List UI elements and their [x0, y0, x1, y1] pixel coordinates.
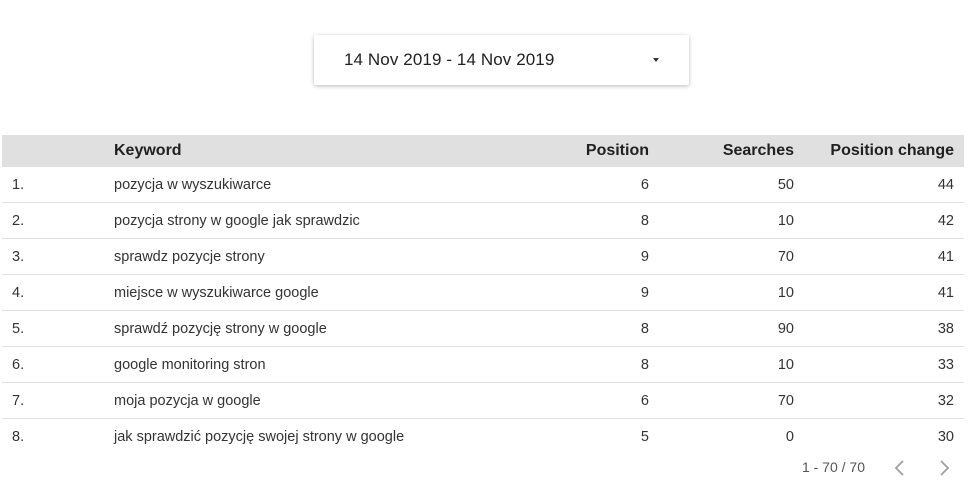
row-position: 9	[640, 284, 649, 301]
header-position-change[interactable]: Position change	[830, 135, 954, 167]
report-page: 14 Nov 2019 - 14 Nov 2019 Keyword Positi…	[0, 0, 980, 493]
row-index: 1.	[12, 176, 25, 193]
table-row: 3. sprawdz pozycje strony 9 70 41	[2, 239, 964, 275]
row-searches: 10	[777, 356, 794, 373]
row-keyword: moja pozycja w google	[114, 392, 261, 409]
row-position-change: 33	[937, 356, 954, 373]
row-position-change: 30	[937, 429, 954, 445]
row-position-change: 41	[937, 284, 954, 301]
row-keyword: miejsce w wyszukiwarce google	[114, 284, 319, 301]
row-searches: 50	[777, 176, 794, 193]
row-position-change: 42	[937, 212, 954, 229]
row-keyword: sprawdź pozycję strony w google	[114, 320, 327, 337]
row-index: 8.	[12, 429, 25, 445]
row-position: 6	[640, 176, 649, 193]
row-keyword: google monitoring stron	[114, 356, 266, 373]
row-index: 4.	[12, 284, 25, 301]
row-position-change: 38	[937, 320, 954, 337]
table-row: 1. pozycja w wyszukiwarce 6 50 44	[2, 167, 964, 203]
row-keyword: pozycja w wyszukiwarce	[114, 176, 272, 193]
row-searches: 10	[777, 212, 794, 229]
row-position-change: 44	[937, 176, 954, 193]
header-position[interactable]: Position	[586, 135, 649, 167]
row-position-change: 41	[937, 248, 954, 265]
header-searches[interactable]: Searches	[723, 135, 794, 167]
table-body: 1. pozycja w wyszukiwarce 6 50 44 2. pozycja s…	[2, 167, 964, 455]
chevron-left-icon[interactable]	[890, 458, 910, 478]
row-index: 5.	[12, 320, 25, 337]
row-searches: 70	[777, 248, 794, 265]
chevron-right-icon[interactable]	[934, 458, 954, 478]
table-row: 4. miejsce w wyszukiwarce google 9 10 41	[2, 275, 964, 311]
pagination-range: 1 - 70 / 70	[801, 459, 865, 475]
table-header-row: Keyword Position Searches Position chang…	[2, 135, 964, 167]
date-range-label: 14 Nov 2019 - 14 Nov 2019	[344, 50, 555, 69]
table-row: 6. google monitoring stron 8 10 33	[2, 347, 964, 383]
row-keyword: sprawdz pozycje strony	[114, 248, 265, 265]
row-index: 3.	[12, 248, 25, 265]
table-row: 8. jak sprawdzić pozycję swojej strony w …	[2, 419, 964, 455]
keyword-table: Keyword Position Searches Position chang…	[2, 135, 964, 455]
row-index: 6.	[12, 356, 25, 373]
table-row: 7. moja pozycja w google 6 70 32	[2, 383, 964, 419]
row-position: 9	[640, 248, 649, 265]
table-row: 5. sprawdź pozycję strony w google 8 90 38	[2, 311, 964, 347]
row-keyword: jak sprawdzić pozycję swojej strony w go…	[114, 429, 405, 445]
date-range-selector[interactable]: 14 Nov 2019 - 14 Nov 2019	[314, 35, 689, 85]
row-position: 5	[640, 429, 649, 445]
row-position: 8	[640, 356, 649, 373]
row-index: 2.	[12, 212, 25, 229]
row-position: 8	[640, 212, 649, 229]
row-searches: 70	[777, 392, 794, 409]
row-searches: 90	[777, 320, 794, 337]
caret-down-icon	[653, 58, 659, 62]
pagination: 1 - 70 / 70	[0, 456, 980, 480]
row-keyword: pozycja strony w google jak sprawdzic	[114, 212, 360, 229]
table-row: 2. pozycja strony w google jak sprawdzic 8…	[2, 203, 964, 239]
header-keyword[interactable]: Keyword	[114, 135, 182, 167]
row-position-change: 32	[937, 392, 954, 409]
row-index: 7.	[12, 392, 25, 409]
row-searches: 10	[777, 284, 794, 301]
row-searches: 0	[785, 429, 794, 445]
row-position: 8	[640, 320, 649, 337]
row-position: 6	[640, 392, 649, 409]
